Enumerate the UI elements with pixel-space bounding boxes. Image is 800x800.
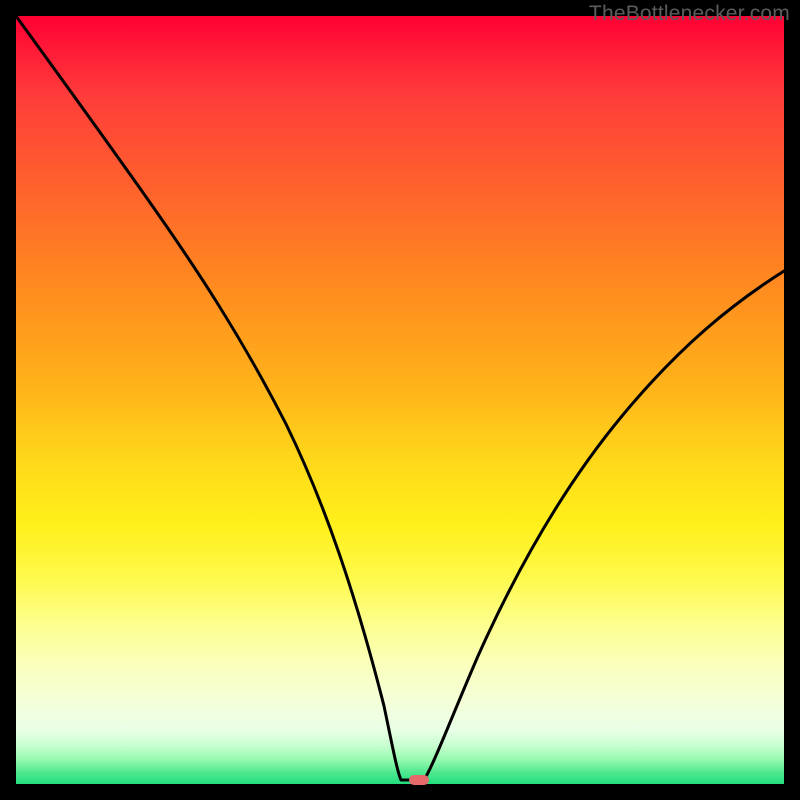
min-point-marker — [409, 775, 429, 785]
bottleneck-curve — [16, 16, 784, 784]
watermark-text: TheBottlenecker.com — [589, 2, 790, 26]
chart-stage: TheBottlenecker.com — [0, 0, 800, 800]
curve-path — [16, 16, 784, 780]
plot-area — [16, 16, 784, 784]
